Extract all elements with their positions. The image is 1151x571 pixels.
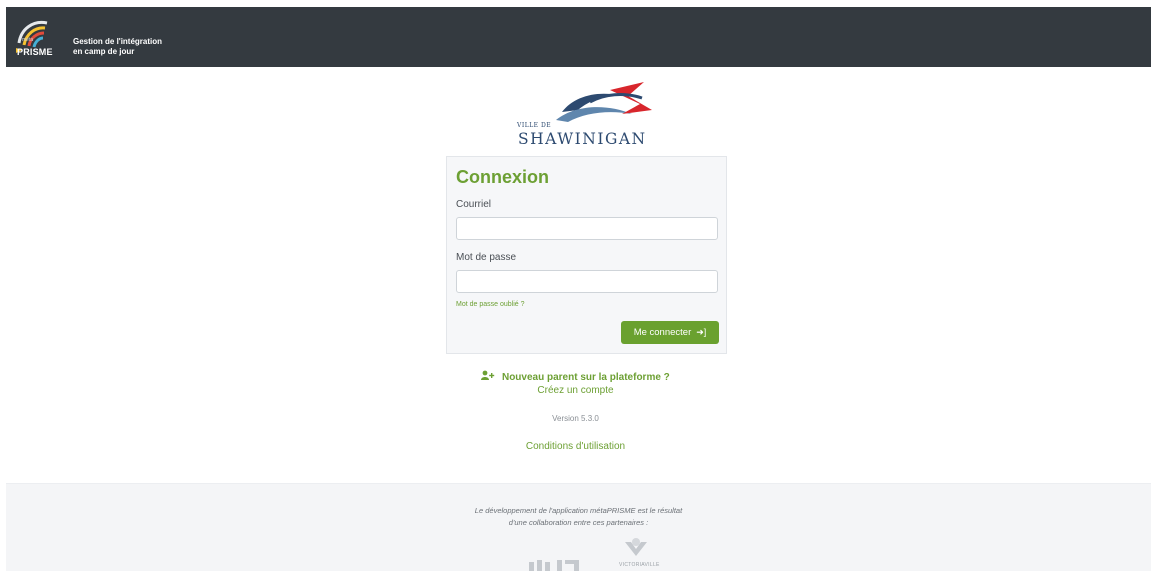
login-button[interactable]: Me connecter ➜] bbox=[621, 321, 719, 344]
login-button-label: Me connecter bbox=[633, 327, 692, 338]
new-parent-heading: Nouveau parent sur la plateforme ? bbox=[0, 370, 1151, 383]
brand-name: PRISME bbox=[17, 47, 53, 57]
version-text: Version 5.3.0 bbox=[552, 414, 599, 423]
password-input[interactable] bbox=[456, 270, 718, 293]
partners-text: Le développement de l'application métaPR… bbox=[6, 505, 1151, 529]
email-input[interactable] bbox=[456, 217, 718, 240]
create-account-link[interactable]: Créez un compte bbox=[0, 385, 1151, 396]
partners-line1: Le développement de l'application métaPR… bbox=[474, 506, 683, 515]
partners-footer: Le développement de l'application métaPR… bbox=[6, 483, 1151, 571]
forgot-password-link[interactable]: Mot de passe oublié ? bbox=[456, 301, 525, 308]
city-small-text: VILLE DE bbox=[517, 122, 552, 129]
app-title: Gestion de l'intégration en camp de jour bbox=[73, 37, 162, 57]
user-plus-icon bbox=[481, 370, 495, 380]
brand-meta-text: méta bbox=[22, 37, 34, 43]
terms-link[interactable]: Conditions d'utilisation bbox=[0, 441, 1151, 452]
login-title: Connexion bbox=[456, 167, 549, 187]
login-card: Connexion Courriel Mot de passe Mot de p… bbox=[446, 156, 727, 354]
email-label: Courriel bbox=[456, 199, 492, 210]
top-navbar: méta PRISME Gestion de l'intégration en … bbox=[6, 7, 1151, 67]
sign-in-icon: ➜] bbox=[696, 327, 707, 337]
partner-2-name: VICTORIAVILLE bbox=[619, 562, 660, 568]
partner-logo-1 bbox=[529, 560, 579, 571]
app-title-line1: Gestion de l'intégration bbox=[73, 37, 163, 46]
app-title-line2: en camp de jour bbox=[73, 47, 135, 56]
partners-line2: d'une collaboration entre ces partenaire… bbox=[508, 518, 649, 527]
password-label: Mot de passe bbox=[456, 252, 517, 263]
new-parent-text: Nouveau parent sur la plateforme ? bbox=[501, 372, 670, 383]
city-name: SHAWINIGAN bbox=[518, 130, 647, 148]
